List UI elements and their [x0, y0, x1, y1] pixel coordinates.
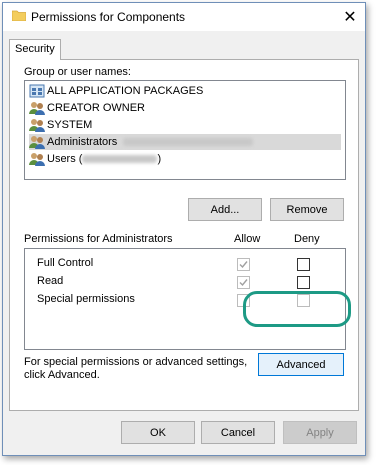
list-item-name: Users (: [47, 153, 83, 165]
window-title: Permissions for Components: [31, 10, 186, 24]
advanced-hint-line1: For special permissions or advanced sett…: [24, 356, 248, 368]
permissions-header: Permissions for Administrators: [24, 233, 173, 245]
redacted-text: [123, 138, 254, 146]
group-user-list[interactable]: ALL APPLICATION PACKAGES CREATOR OWNER S…: [24, 80, 346, 180]
app-packages-icon: [29, 84, 45, 98]
title-bar: Permissions for Components ✕: [3, 3, 365, 31]
allow-column-label: Allow: [234, 233, 261, 245]
list-item[interactable]: ALL APPLICATION PACKAGES: [29, 83, 341, 99]
apply-button[interactable]: Apply: [283, 421, 357, 444]
list-item[interactable]: SYSTEM: [29, 117, 341, 133]
list-item-selected[interactable]: Administrators: [29, 134, 341, 150]
cancel-button[interactable]: Cancel: [201, 421, 275, 444]
advanced-highlight-ring: [243, 291, 351, 327]
check-icon: [239, 279, 248, 287]
remove-button[interactable]: Remove: [270, 198, 344, 221]
list-item[interactable]: CREATOR OWNER: [29, 100, 341, 116]
permission-name: Full Control: [37, 257, 94, 269]
permission-name: Special permissions: [37, 293, 135, 305]
list-item-name: CREATOR OWNER: [47, 102, 145, 114]
check-icon: [239, 261, 248, 269]
close-icon: ✕: [343, 9, 357, 26]
deny-checkbox[interactable]: [297, 276, 310, 289]
tab-security[interactable]: Security: [9, 39, 61, 60]
list-item-suffix: ): [157, 153, 162, 165]
users-icon: [29, 119, 45, 132]
deny-checkbox[interactable]: [297, 258, 310, 271]
security-panel: Group or user names: ALL APPLICATION PAC…: [9, 59, 359, 411]
folder-icon: [12, 10, 26, 21]
advanced-button[interactable]: Advanced: [258, 353, 344, 376]
deny-column-label: Deny: [294, 233, 320, 245]
users-icon: [29, 136, 45, 149]
list-item-name: Administrators: [47, 136, 118, 148]
list-item-name: SYSTEM: [47, 119, 93, 131]
permission-name: Read: [37, 275, 64, 287]
close-button[interactable]: ✕: [335, 3, 365, 31]
add-button[interactable]: Add...: [188, 198, 262, 221]
groups-label: Group or user names:: [24, 66, 131, 78]
tab-label: Security: [15, 43, 55, 55]
users-icon: [29, 153, 45, 166]
advanced-hint-line2: click Advanced.: [24, 369, 100, 381]
ok-button[interactable]: OK: [121, 421, 195, 444]
allow-checkbox[interactable]: [237, 258, 250, 271]
list-item-name: ALL APPLICATION PACKAGES: [47, 85, 204, 97]
users-icon: [29, 102, 45, 115]
list-item[interactable]: Users ( ): [29, 151, 341, 167]
permissions-dialog: Permissions for Components ✕ Security Gr…: [2, 2, 366, 456]
redacted-text: [82, 155, 158, 163]
allow-checkbox[interactable]: [237, 276, 250, 289]
